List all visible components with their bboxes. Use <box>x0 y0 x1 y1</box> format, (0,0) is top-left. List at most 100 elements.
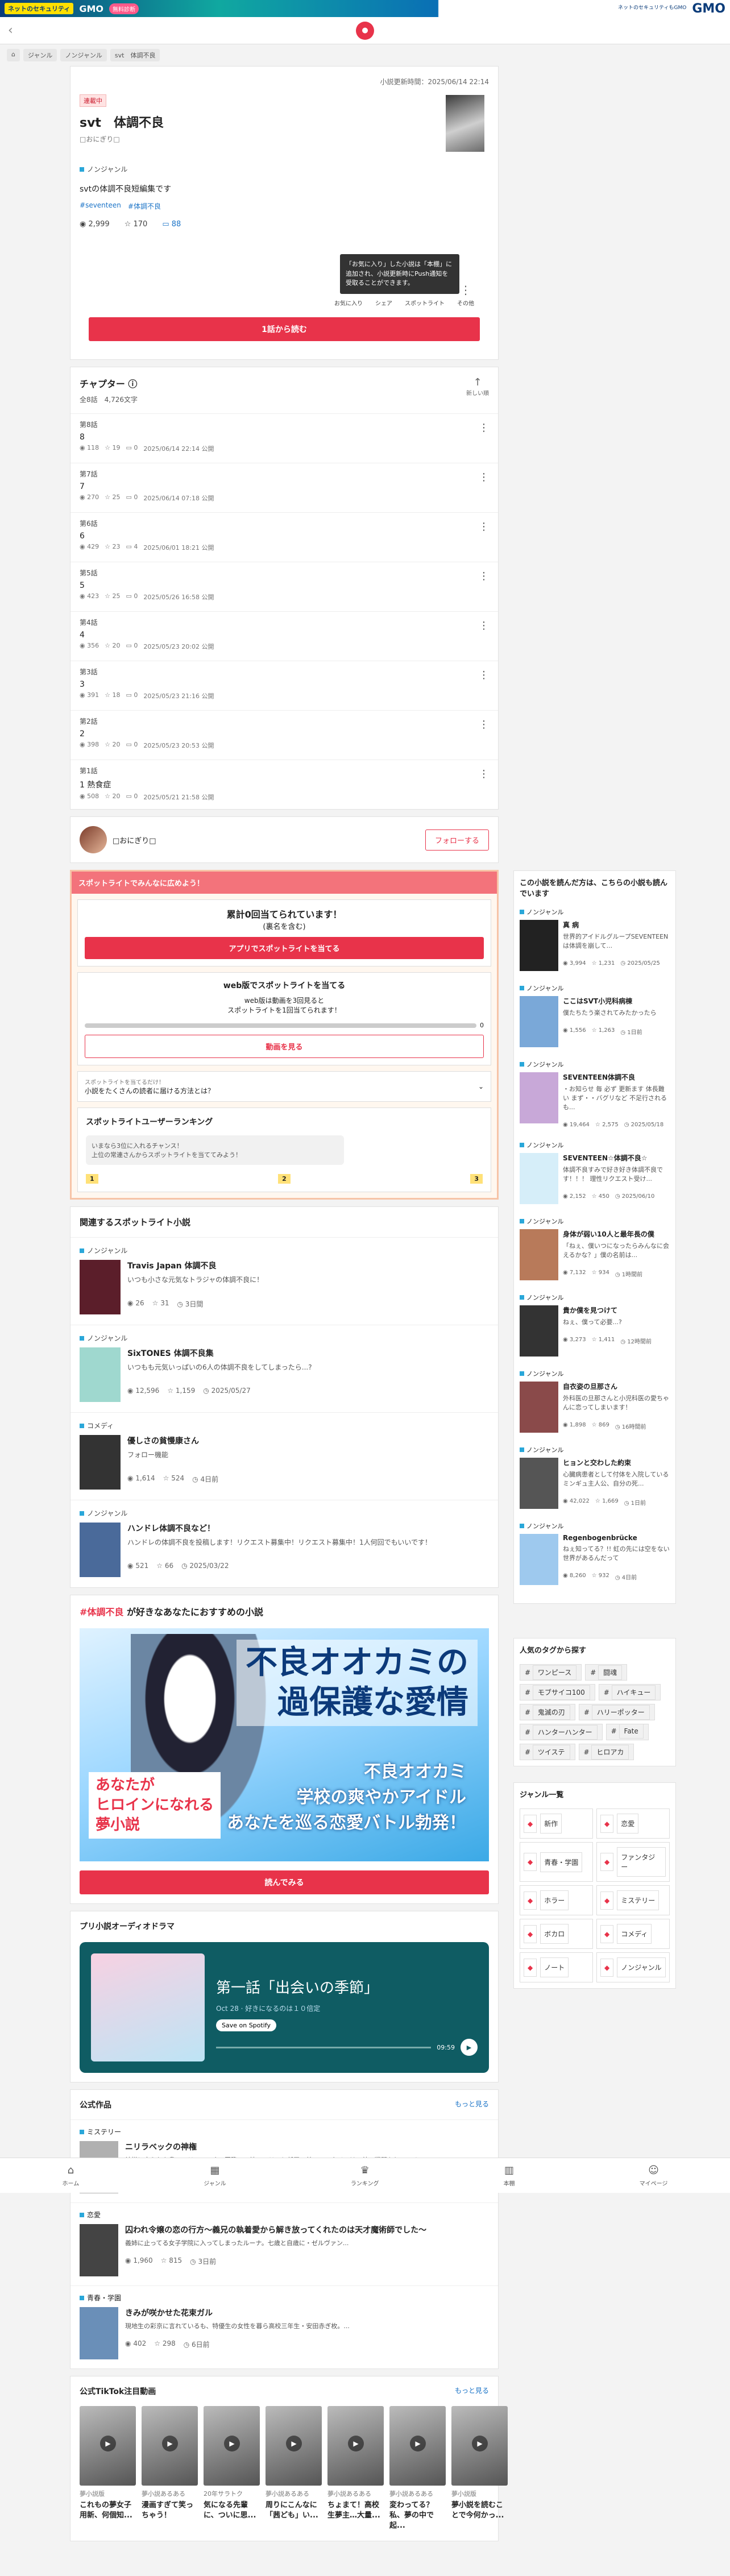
nav-mypage[interactable]: ☺ マイページ <box>640 2164 668 2187</box>
popular-tag[interactable]: # 鬼滅の刃 <box>520 1704 575 1720</box>
list-item[interactable]: ノンジャンル ここはSVT小児科病棟 僕たちたう楽されてみたかったら ◉ 1,556 ☆… <box>520 984 670 1047</box>
genre-link[interactable]: ◆ ホラー <box>520 1885 593 1915</box>
nav-ranking[interactable]: ♛ ランキング <box>351 2164 379 2187</box>
popular-tag[interactable]: # ハリーポッター <box>578 1704 655 1720</box>
more-vertical-icon[interactable]: ⋮ <box>479 768 489 780</box>
novel-genre[interactable]: ノンジャンル <box>80 164 489 174</box>
more-vertical-icon[interactable]: ⋮ <box>479 422 489 434</box>
more-vertical-icon[interactable]: ⋮ <box>479 570 489 582</box>
comments-count[interactable]: ▭ 88 <box>162 220 181 229</box>
genre-link[interactable]: ◆ ファンタジー <box>596 1842 670 1882</box>
list-item[interactable]: ノンジャンル Regenbogenbrücke ねぇ知ってる？!! 虹の先には空をな… <box>520 1521 670 1585</box>
list-item[interactable]: ノンジャンル 身体が弱い10人と最年長の僕 「ねぇ、僕いつになったらみんなに会えるか… <box>520 1217 670 1280</box>
site-logo[interactable]: ● <box>356 21 374 40</box>
genre-link[interactable]: ◆ ノート <box>520 1952 593 1982</box>
popular-tag[interactable]: # モブサイコ100 <box>520 1684 595 1700</box>
app-spotlight-button[interactable]: アプリでスポットライトを当てる <box>85 937 484 959</box>
info-icon[interactable]: ⓘ <box>128 379 137 389</box>
list-item[interactable]: ノンジャンル ヒョンと交わした約束 心臓病患者として付体を入院しているミンギュ主人公… <box>520 1445 670 1509</box>
author-name[interactable]: □おにぎり□ <box>113 835 156 845</box>
tiktok-item[interactable]: 夢小説あるある周りにこんなに「茜ども」い... <box>266 2406 322 2532</box>
popular-tag[interactable]: # ハイキュー <box>598 1684 661 1700</box>
genre-link[interactable]: ◆ 青春・学園 <box>520 1842 593 1882</box>
chapter-row[interactable]: 第7話 7 ◉ 270 ☆ 25 ▭ 0 2025/06/14 07:18 公開 ⋮ <box>70 463 498 512</box>
more-button[interactable]: ⋮ その他 <box>457 283 474 307</box>
genre-link[interactable]: ◆ ノンジャンル <box>596 1952 670 1982</box>
list-item[interactable]: ノンジャンル 貴か僕を見つけて ねぇ、僕って必要...? ◉ 3,273 ☆ 1,411… <box>520 1293 670 1357</box>
chapter-row[interactable]: 第1話 1 熱食症 ◉ 508 ☆ 20 ▭ 0 2025/05/21 21:58 公開 ⋮ <box>70 760 498 809</box>
ad-topbar[interactable]: ネットのセキュリティ GMO 無料診断 ネットのセキュリティもGMO GMO <box>0 0 730 17</box>
nav-bookshelf[interactable]: ▥ 本棚 <box>504 2164 515 2187</box>
more-vertical-icon[interactable]: ⋮ <box>479 521 489 533</box>
tag-seventeen[interactable]: #seventeen <box>80 201 121 211</box>
popular-tag[interactable]: # 闘魂 <box>585 1664 628 1681</box>
more-vertical-icon[interactable]: ⋮ <box>479 471 489 483</box>
official-more-link[interactable]: もっと見る <box>455 2099 489 2110</box>
breadcrumb-genre[interactable]: ジャンル <box>23 49 57 61</box>
recommend-banner[interactable]: 不良オオカミの 過保護な愛情 不良オオカミ 学校の爽やかアイドル あなたを巡る恋… <box>80 1628 489 1861</box>
follow-button[interactable]: フォローする <box>425 829 489 851</box>
genre-link[interactable]: ◆ ボカロ <box>520 1919 593 1949</box>
tiktok-more-link[interactable]: もっと見る <box>455 2386 489 2397</box>
list-item[interactable]: ノンジャンル 自衣姿の旦那さん 外科医の旦那さんと小児科医の愛ちゃんに恋ってしまいま… <box>520 1369 670 1433</box>
breadcrumb-home-icon[interactable]: ⌂ <box>7 49 20 61</box>
popular-tag[interactable]: # ツイステ <box>520 1744 575 1760</box>
read-recommend-button[interactable]: 読んでみる <box>80 1870 489 1894</box>
sort-toggle[interactable]: ↑ 新しい順 <box>466 376 489 404</box>
episode-progress[interactable] <box>216 2046 432 2048</box>
genre-link[interactable]: ◆ 新作 <box>520 1808 593 1839</box>
chapter-row[interactable]: 第3話 3 ◉ 391 ☆ 18 ▭ 0 2025/05/23 21:16 公開 ⋮ <box>70 661 498 710</box>
list-item[interactable]: 恋愛 囚われ令嬢の恋の行方～義兄の執着愛から解き放ってくれたのは天才魔術師でした～… <box>70 2202 498 2285</box>
genre-link[interactable]: ◆ 恋愛 <box>596 1808 670 1839</box>
list-item[interactable]: ノンジャンル真 病世界的アイドルグループSEVENTEENは体調を崩して... ◉… <box>520 907 670 971</box>
list-item[interactable]: コメディ 優しさの貧慢康さん フォロー機能 ◉ 1,614 ☆ 524 ◷ 4日前 <box>70 1412 498 1500</box>
popular-tag[interactable]: # ヒロアカ <box>578 1744 634 1760</box>
breadcrumb-nongenre[interactable]: ノンジャンル <box>60 49 107 61</box>
more-vertical-icon[interactable]: ⋮ <box>479 719 489 731</box>
list-item[interactable]: ノンジャンル SixTONES 体調不良集 いつもも元気いっぱいの6人の体調不良をし… <box>70 1325 498 1412</box>
popular-tag[interactable]: # ハンターハンター <box>520 1724 603 1740</box>
popular-tag[interactable]: # Fate <box>605 1724 649 1740</box>
chapter-row[interactable]: 第4話 4 ◉ 356 ☆ 20 ▭ 0 2025/05/23 20:02 公開 ⋮ <box>70 611 498 661</box>
list-item[interactable]: 青春・学園 きみが咲かせた花束ガル 現地生の彩京に言れているも、特優生の女性を暮ら高… <box>70 2285 498 2368</box>
play-icon[interactable]: ▶ <box>461 2039 478 2056</box>
genre-link[interactable]: ◆ ミステリー <box>596 1885 670 1915</box>
spotlight-howto[interactable]: スポットライトを当てるだけ！ 小説をたくさんの読者に届ける方法とは？ ⌄ <box>77 1071 491 1102</box>
tiktok-item[interactable]: 夢小説あるあるちょまて！高校生夢主…大量... <box>327 2406 384 2532</box>
tiktok-category: 夢小説あるある <box>389 2490 433 2498</box>
popular-tag[interactable]: # ワンピース <box>520 1664 582 1681</box>
more-vertical-icon[interactable]: ⋮ <box>479 620 489 632</box>
recommend-tag[interactable]: #体調不良 <box>80 1607 123 1617</box>
genre-link-label: 新作 <box>540 1814 562 1834</box>
more-vertical-icon[interactable]: ⋮ <box>479 669 489 681</box>
tiktok-item[interactable]: 夢小説版夢小説を読むことで今何かっ... <box>451 2406 508 2532</box>
read-from-start-button[interactable]: 1話から読む <box>89 317 480 341</box>
chapter-row[interactable]: 第2話 2 ◉ 398 ☆ 20 ▭ 0 2025/05/23 20:53 公開 ⋮ <box>70 710 498 760</box>
chapter-row[interactable]: 第8話 8 ◉ 118 ☆ 19 ▭ 0 2025/06/14 22:14 公開 ⋮ <box>70 413 498 463</box>
chapter-row[interactable]: 第5話 5 ◉ 423 ☆ 25 ▭ 0 2025/05/26 16:58 公開 ⋮ <box>70 562 498 611</box>
list-item[interactable]: ノンジャンル ハンドレ体調不良など！ ハンドレの体調不良を投稿します！リクエスト募集… <box>70 1500 498 1587</box>
tiktok-item[interactable]: 夢小説あるある漫画すぎて笑っちゃう！ <box>142 2406 198 2532</box>
watch-video-button[interactable]: 動画を見る <box>85 1035 484 1058</box>
video-progress-count: 0 <box>480 1022 484 1029</box>
tiktok-item[interactable]: 夢小説版これもの夢女子用新、何個知... <box>80 2406 136 2532</box>
chapter-row[interactable]: 第6話 6 ◉ 429 ☆ 23 ▭ 4 2025/06/01 18:21 公開 ⋮ <box>70 512 498 562</box>
views-value: 270 <box>87 493 99 501</box>
save-on-spotify-button[interactable]: Save on Spotify <box>216 2019 276 2031</box>
eye-icon: ◉ <box>563 960 568 966</box>
crown-icon: ♛ <box>360 2164 370 2176</box>
nav-home[interactable]: ⌂ ホーム <box>63 2164 80 2187</box>
list-item[interactable]: ノンジャンル Travis Japan 体調不良 いつも小さな元気なトラジャの体調不… <box>70 1237 498 1325</box>
back-chevron-icon[interactable]: ‹ <box>8 23 13 38</box>
genre-link[interactable]: ◆ コメディ <box>596 1919 670 1949</box>
likes-meta: ☆ 31 <box>152 1299 169 1309</box>
tag-taichofuryo[interactable]: #体調不良 <box>128 201 161 211</box>
novel-author[interactable]: □おにぎり□ <box>80 134 489 144</box>
tiktok-item[interactable]: 夢小説あるある変わってる？私、夢の中で起... <box>389 2406 446 2532</box>
tiktok-item[interactable]: 20年サラトク気になる先輩に、ついに思... <box>204 2406 260 2532</box>
avatar[interactable] <box>80 826 107 853</box>
list-item[interactable]: ノンジャンル SEVENTEEN☆体調不良☆ 体調不良すみで好き好き体調不良です！！… <box>520 1140 670 1204</box>
list-item[interactable]: ノンジャンル SEVENTEEN体調不良 ・お知らせ 毎 必ず 更新ます 体長難い … <box>520 1060 670 1128</box>
nav-genre[interactable]: ▦ ジャンル <box>204 2164 226 2187</box>
likes-count: ☆ 19 <box>105 444 120 453</box>
